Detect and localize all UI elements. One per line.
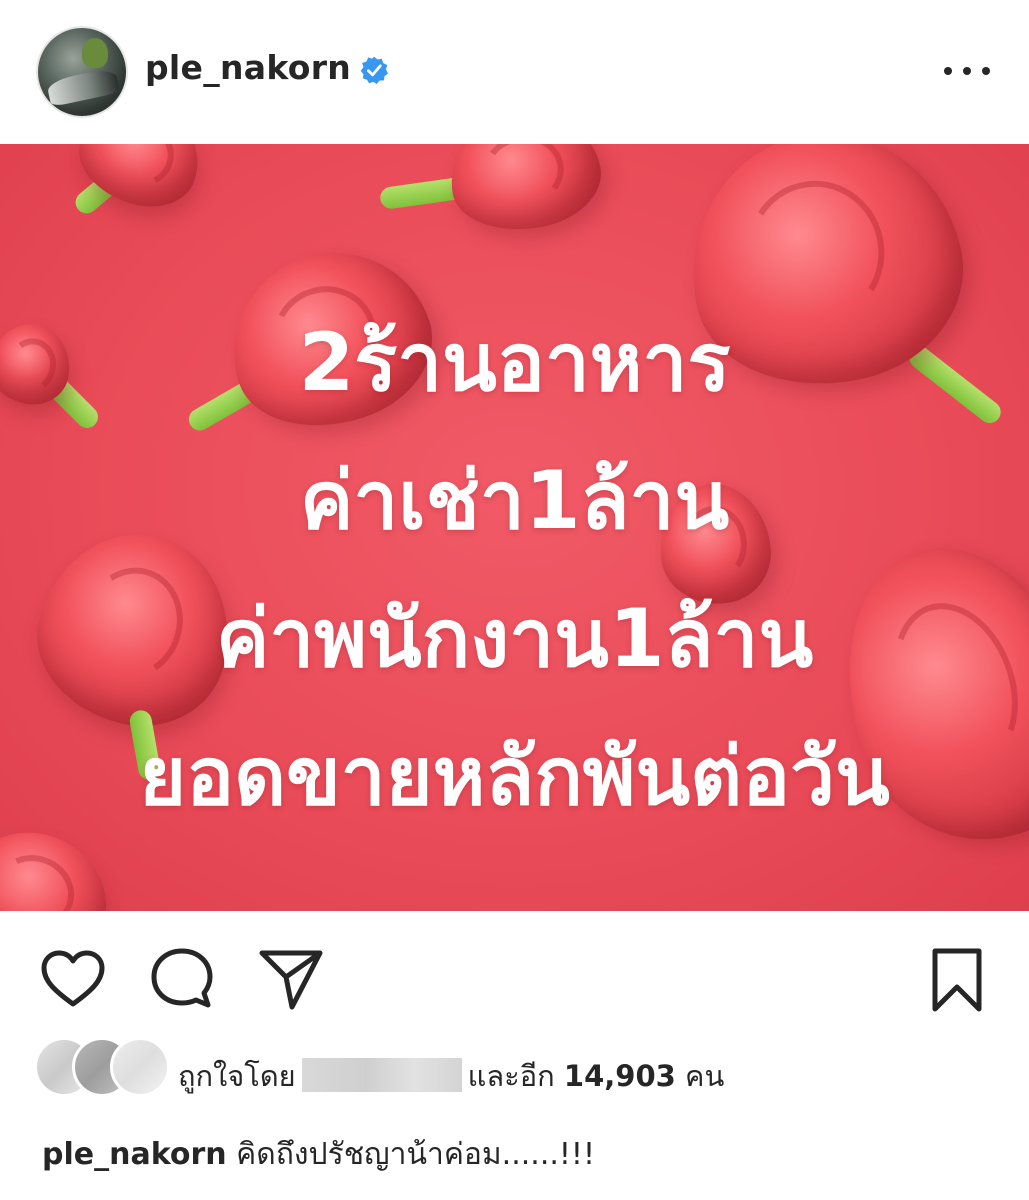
post-image[interactable]: 2ร้านอาหาร ค่าเช่า1ล้าน ค่าพนักงาน1ล้าน … <box>0 144 1029 911</box>
post-text-line: 2ร้านอาหาร <box>298 316 731 409</box>
likes-middle: และอีก <box>467 1059 555 1093</box>
likes-summary[interactable]: ถูกใจโดย และอีก 14,903 คน <box>178 1053 724 1099</box>
likes-count: 14,903 <box>563 1059 676 1093</box>
comment-icon[interactable] <box>150 947 214 1011</box>
likes-prefix: ถูกใจโดย <box>178 1059 296 1093</box>
more-options-icon[interactable] <box>944 58 990 84</box>
header-username[interactable]: ple_nakorn <box>145 48 351 87</box>
dot <box>944 67 952 75</box>
heart-icon[interactable] <box>40 949 106 1009</box>
caption-username[interactable]: ple_nakorn <box>42 1137 227 1172</box>
profile-avatar[interactable] <box>36 26 128 118</box>
post-text-overlay: 2ร้านอาหาร ค่าเช่า1ล้าน ค่าพนักงาน1ล้าน … <box>0 294 1029 846</box>
post-text-line: ค่าเช่า1ล้าน <box>299 454 730 547</box>
action-bar <box>0 911 1029 1031</box>
post-text-line: ค่าพนักงาน1ล้าน <box>215 592 814 685</box>
likes-row[interactable]: ถูกใจโดย และอีก 14,903 คน <box>0 1031 1029 1111</box>
post-caption: ple_nakorn คิดถึงปรัชญาน้าค่อม......!!! <box>42 1131 595 1178</box>
post-header: ple_nakorn <box>0 0 1029 144</box>
post-text-line: ยอดขายหลักพันต่อวัน <box>139 730 890 823</box>
rose-decoration <box>441 144 609 242</box>
liker-name-redacted <box>301 1058 462 1092</box>
liker-avatar <box>110 1037 170 1097</box>
verified-badge-icon <box>360 56 388 84</box>
share-icon[interactable] <box>258 947 324 1011</box>
dot <box>963 67 971 75</box>
dot <box>982 67 990 75</box>
caption-text: คิดถึงปรัชญาน้าค่อม......!!! <box>236 1137 595 1172</box>
likes-suffix: คน <box>685 1059 725 1093</box>
bookmark-icon[interactable] <box>930 947 984 1013</box>
